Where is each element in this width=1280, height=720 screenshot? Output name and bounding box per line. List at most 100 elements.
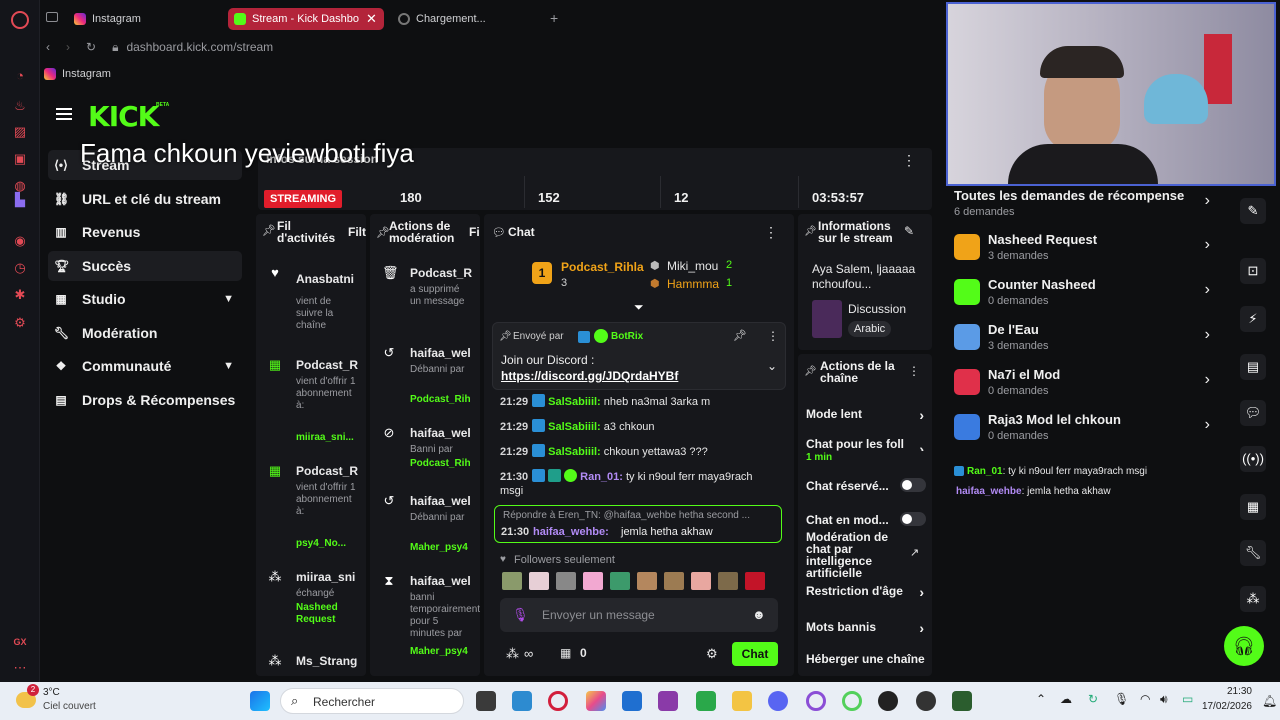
forward-icon[interactable]: › [66,40,70,54]
support-headset-button[interactable]: 🎧︎ [1224,626,1264,666]
lightning-icon[interactable]: ⚡︎ [1240,306,1266,332]
send-chat-button[interactable]: Chat [732,642,778,666]
store-icon[interactable] [622,691,642,711]
reward-row[interactable]: Nasheed Request 3 demandes › [954,230,1216,270]
tag-chip[interactable]: Arabic [848,321,892,337]
reward-row[interactable]: Counter Nasheed 0 demandes › [954,275,1216,315]
nav-revenue[interactable]: ▥ Revenus [48,217,242,247]
emote-icon[interactable] [745,572,765,590]
chat-icon[interactable]: 💬︎ [1240,400,1266,426]
leaderboard-second-name[interactable]: Miki_mou [667,259,718,273]
gx-icon[interactable]: GX [12,634,28,650]
opera-icon[interactable] [548,691,568,711]
emote-icon[interactable] [502,572,522,590]
broadcast-icon[interactable]: ((•)) [1240,446,1266,472]
discord-icon[interactable] [768,691,788,711]
opera-logo-icon[interactable] [11,11,29,29]
reward-row[interactable]: De l'Eau 3 demandes › [954,320,1216,360]
notification-icon[interactable]: 🔔︎ [1262,694,1277,708]
reload-icon[interactable]: ↻ [86,40,96,54]
subscribers-chat-toggle[interactable] [900,478,926,492]
layout-icon[interactable]: ▦ [1240,494,1266,520]
volume-icon[interactable]: 🔊︎ [1160,692,1168,707]
clock-date[interactable]: 17/02/2026 [1196,701,1252,712]
pinned-message[interactable]: 📌︎ Envoyé par BotRix 📌︎ ⋮ Join our Disco… [492,322,786,390]
external-link-icon[interactable]: ↗ [910,546,919,559]
nav-moderation[interactable]: 🔧︎ Modération [48,318,242,348]
emoji-icon[interactable]: ☻ [752,607,766,622]
collapse-icon[interactable]: ⏷ [634,300,644,315]
tab-kick-dashboard[interactable]: Stream - Kick Dashbo ✕ [228,8,384,30]
points-icon[interactable]: ⁂ [506,646,519,662]
emote-chat-toggle[interactable] [900,512,926,526]
nav-community[interactable]: ❖ Communauté ▼ [48,351,242,381]
cloud-icon[interactable]: ☁ [1060,692,1072,706]
microphone-icon[interactable]: 🎙︎ [512,607,529,623]
task-view-icon[interactable] [476,691,496,711]
emote-icon[interactable] [610,572,630,590]
document-icon[interactable]: ▤ [1240,354,1266,380]
reply-message[interactable]: Répondre à Eren_TN: @haifaa_wehbe hetha … [494,505,782,543]
sync-icon[interactable]: ↻ [1088,692,1098,706]
unpin-icon[interactable]: 📌︎ [733,329,747,342]
new-tab-button[interactable]: + [550,10,558,26]
discord-link[interactable]: https://discord.gg/JDQrdaHYBf [501,369,678,383]
file-explorer-icon[interactable] [732,691,752,711]
settings-icon[interactable]: ⚙ [706,646,718,662]
leaderboard-top-name[interactable]: Podcast_Rihla [561,260,644,274]
menu-icon[interactable] [56,108,72,120]
opera-gx-icon[interactable] [806,691,826,711]
category-name[interactable]: Discussion [848,302,906,316]
microphone-icon[interactable]: 🎙︎ [1114,692,1129,706]
url-field[interactable]: dashboard.kick.com/stream [126,40,273,54]
kick-logo[interactable]: KICK [88,100,159,133]
emote-icon[interactable] [529,572,549,590]
clock-time[interactable]: 21:30 [1212,686,1252,697]
kebab-menu-icon[interactable]: ⋮ [902,152,916,169]
close-tab-icon[interactable]: ✕ [366,11,377,27]
back-icon[interactable]: ‹ [46,40,50,54]
gift-icon[interactable]: ▦ [560,646,571,660]
wifi-icon[interactable]: ◠ [1140,692,1150,706]
kebab-menu-icon[interactable]: ⋮ [767,329,779,343]
nav-drops[interactable]: ▤ Drops & Récompenses [48,385,242,415]
host-channel-option[interactable]: Héberger une chaîne [806,652,930,666]
chevron-down-icon[interactable]: ⌄ [767,359,777,373]
more-icon[interactable]: ⋯ [12,660,28,676]
reward-row[interactable]: Raja3 Mod lel chkoun 0 demandes › [954,410,1216,450]
chevron-up-icon[interactable]: ⌃ [1036,692,1046,706]
emote-icon[interactable] [718,572,738,590]
emote-icon[interactable] [583,572,603,590]
xbox-icon[interactable] [696,691,716,711]
twitch-icon[interactable]: ▙ [12,192,28,208]
ai-moderation-option[interactable]: Modération de chat par intelligence arti… [806,531,906,579]
photos-icon[interactable] [512,691,532,711]
opera-alt-icon[interactable] [842,691,862,711]
battery-icon[interactable]: ▭ [1182,692,1193,706]
emote-icon[interactable] [691,572,711,590]
messenger-icon[interactable]: ▣ [12,151,28,167]
app-icon[interactable] [952,691,972,711]
nav-studio[interactable]: ▦ Studio ▼ [48,284,242,314]
history-icon[interactable]: ◷ [12,260,28,276]
kebab-menu-icon[interactable]: ⋮ [908,364,920,378]
nav-stream-url[interactable]: ⛓ URL et clé du stream [48,184,242,214]
emote-icon[interactable] [556,572,576,590]
edit-icon[interactable]: ✎ [904,224,914,238]
points-icon[interactable]: ⁂ [1240,586,1266,612]
camera-icon[interactable]: ⊡ [1240,258,1266,284]
mod-actions-filter[interactable]: Fil [469,226,480,238]
followers-chat-option[interactable]: Chat pour les foll › [806,437,924,451]
slow-mode-option[interactable]: Mode lent › [806,407,924,423]
tab-manager-icon[interactable] [46,12,58,22]
windows-start-icon[interactable] [250,691,270,711]
activity-filter[interactable]: Filtr [348,226,366,238]
aria-icon[interactable]: ♨ [12,98,28,114]
emote-icon[interactable] [637,572,657,590]
play-icon[interactable]: ◉ [12,233,28,249]
pen-icon[interactable]: ✎ [1240,198,1266,224]
chat-message[interactable]: 21:29 SalSabiiil: a3 chkoun [500,419,655,433]
nav-achievements[interactable]: 🏆︎ Succès [48,250,242,281]
chat-message[interactable]: 21:29 SalSabiiil: chkoun yettawa3 ??? [500,444,708,458]
chat-message[interactable]: 21:29 SalSabiiil: nheb na3mal 3arka m [500,394,710,408]
